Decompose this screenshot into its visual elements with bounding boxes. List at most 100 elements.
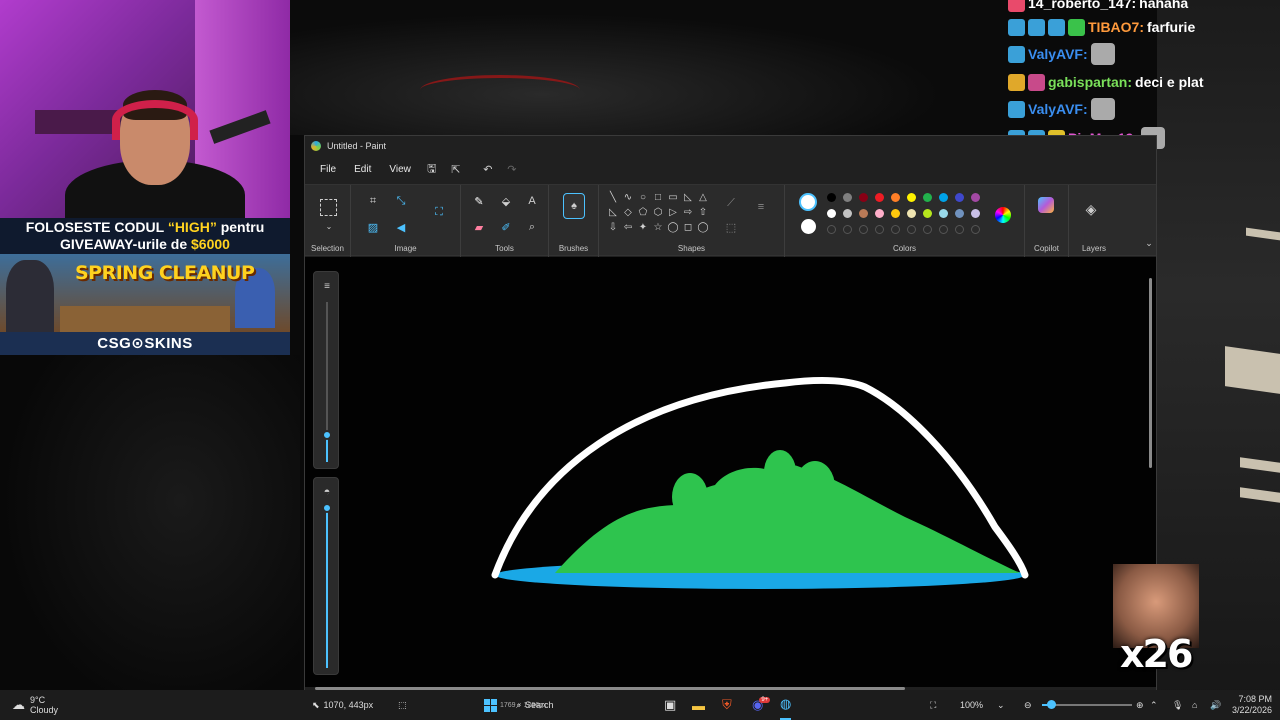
- layers-icon[interactable]: ◈: [1083, 201, 1099, 217]
- color-swatch[interactable]: [843, 193, 852, 202]
- undo-icon[interactable]: ↶: [478, 160, 498, 178]
- paint-taskbar-icon[interactable]: ◍: [780, 690, 792, 720]
- shape-icon[interactable]: ∿: [622, 191, 634, 203]
- shape-icon[interactable]: ⇩: [607, 221, 619, 233]
- clock[interactable]: 7:08 PM 3/22/2026: [1228, 690, 1272, 720]
- vertical-scroll-thumb[interactable]: [1149, 278, 1152, 468]
- custom-color-slot[interactable]: [875, 225, 884, 234]
- custom-color-slot[interactable]: [955, 225, 964, 234]
- primary-color[interactable]: [799, 193, 817, 211]
- custom-color-slot[interactable]: [859, 225, 868, 234]
- network-icon[interactable]: ⌂: [1192, 690, 1197, 720]
- color-swatch[interactable]: [827, 209, 836, 218]
- canvas-area[interactable]: ≡ ◓: [305, 257, 1156, 687]
- menu-edit[interactable]: Edit: [347, 161, 378, 178]
- brush-icon[interactable]: ♠: [563, 193, 585, 219]
- custom-color-slot[interactable]: [843, 225, 852, 234]
- weather-widget[interactable]: ☁ 9°C Cloudy: [12, 690, 58, 720]
- color-swatch[interactable]: [843, 209, 852, 218]
- shape-icon[interactable]: ◯: [697, 221, 709, 233]
- color-swatch[interactable]: [891, 193, 900, 202]
- volume-icon[interactable]: 🔊: [1210, 690, 1221, 720]
- color-swatch[interactable]: [971, 193, 980, 202]
- color-swatch[interactable]: [955, 209, 964, 218]
- zoom-slider[interactable]: [1042, 690, 1132, 720]
- color-swatch[interactable]: [939, 209, 948, 218]
- shape-icon[interactable]: ⬠: [637, 206, 649, 218]
- fill-icon[interactable]: ⬚: [723, 219, 739, 235]
- zoom-select[interactable]: 100% ⌄: [960, 690, 1005, 720]
- custom-color-slot[interactable]: [939, 225, 948, 234]
- shape-icon[interactable]: ◺: [682, 191, 694, 203]
- search-box[interactable]: ⌕ Search: [516, 690, 554, 720]
- show-hidden-icons[interactable]: ⌃: [1150, 690, 1158, 720]
- shape-icon[interactable]: ☆: [652, 221, 664, 233]
- chevron-down-icon[interactable]: ⌄: [321, 218, 337, 234]
- custom-color-slot[interactable]: [907, 225, 916, 234]
- color-swatch[interactable]: [923, 193, 932, 202]
- secondary-color[interactable]: [801, 219, 816, 234]
- edit-colors-icon[interactable]: [995, 207, 1011, 223]
- shape-icon[interactable]: ⬡: [652, 206, 664, 218]
- shape-icon[interactable]: ⇧: [697, 206, 709, 218]
- color-swatch[interactable]: [827, 193, 836, 202]
- zoom-slider-knob[interactable]: [1047, 700, 1056, 709]
- color-swatch[interactable]: [859, 193, 868, 202]
- shape-icon[interactable]: ▷: [667, 206, 679, 218]
- menu-file[interactable]: File: [313, 161, 343, 178]
- shape-icon[interactable]: △: [697, 191, 709, 203]
- custom-color-slot[interactable]: [923, 225, 932, 234]
- custom-color-slot[interactable]: [827, 225, 836, 234]
- color-swatch[interactable]: [875, 209, 884, 218]
- shape-icon[interactable]: □: [652, 191, 664, 203]
- color-swatch[interactable]: [971, 209, 980, 218]
- color-swatch[interactable]: [907, 209, 916, 218]
- shape-icon[interactable]: ✦: [637, 221, 649, 233]
- shape-icon[interactable]: ⇦: [622, 221, 634, 233]
- size-icon[interactable]: ≡: [753, 199, 769, 215]
- image-creator-icon[interactable]: ⛶: [431, 204, 447, 220]
- color-swatch[interactable]: [923, 209, 932, 218]
- color-swatch[interactable]: [859, 209, 868, 218]
- color-swatch[interactable]: [907, 193, 916, 202]
- color-swatch[interactable]: [939, 193, 948, 202]
- crop-icon[interactable]: ⌗: [365, 193, 381, 209]
- fit-to-window-icon[interactable]: ⛶: [930, 690, 936, 720]
- copilot-icon[interactable]: [1038, 197, 1054, 213]
- zoom-out-icon[interactable]: ⊖: [1024, 690, 1032, 720]
- discord-icon[interactable]: ◉ 9+: [752, 690, 771, 720]
- chevron-down-icon[interactable]: ⌄: [1141, 235, 1157, 251]
- shape-icon[interactable]: ◺: [607, 206, 619, 218]
- pencil-icon[interactable]: ✎: [471, 193, 487, 209]
- fill-bucket-icon[interactable]: ⬙: [498, 193, 514, 209]
- custom-color-slot[interactable]: [891, 225, 900, 234]
- save-icon[interactable]: 🖫: [422, 160, 442, 178]
- shape-icon[interactable]: ◯: [667, 221, 679, 233]
- eraser-icon[interactable]: ▰: [471, 219, 487, 235]
- text-icon[interactable]: A: [524, 193, 540, 209]
- custom-color-slot[interactable]: [971, 225, 980, 234]
- shape-icon[interactable]: ◇: [622, 206, 634, 218]
- brave-browser-icon[interactable]: ⛨: [722, 690, 732, 720]
- menu-view[interactable]: View: [382, 161, 418, 178]
- shape-icon[interactable]: ╲: [607, 191, 619, 203]
- remove-background-icon[interactable]: ▨: [365, 219, 381, 235]
- zoom-in-icon[interactable]: ⊕: [1136, 690, 1144, 720]
- shape-icon[interactable]: ◻: [682, 221, 694, 233]
- file-explorer-icon[interactable]: ▬: [692, 690, 705, 720]
- color-swatch[interactable]: [875, 193, 884, 202]
- color-picker-icon[interactable]: ✐: [498, 219, 514, 235]
- color-swatch[interactable]: [955, 193, 964, 202]
- task-view-icon[interactable]: ▣: [664, 690, 676, 720]
- resize-icon[interactable]: ⤡: [393, 193, 409, 209]
- shape-icon[interactable]: ▭: [667, 191, 679, 203]
- shape-icon[interactable]: ⇨: [682, 206, 694, 218]
- rotate-icon[interactable]: ◀: [393, 219, 409, 235]
- redo-icon[interactable]: ↷: [502, 160, 522, 178]
- color-swatch[interactable]: [891, 209, 900, 218]
- shape-icon[interactable]: ○: [637, 191, 649, 203]
- share-icon[interactable]: ⇱: [446, 160, 466, 178]
- magnifier-icon[interactable]: ⌕: [524, 219, 540, 235]
- selection-icon[interactable]: [320, 199, 337, 216]
- microphone-icon[interactable]: 🎙: [1172, 690, 1183, 720]
